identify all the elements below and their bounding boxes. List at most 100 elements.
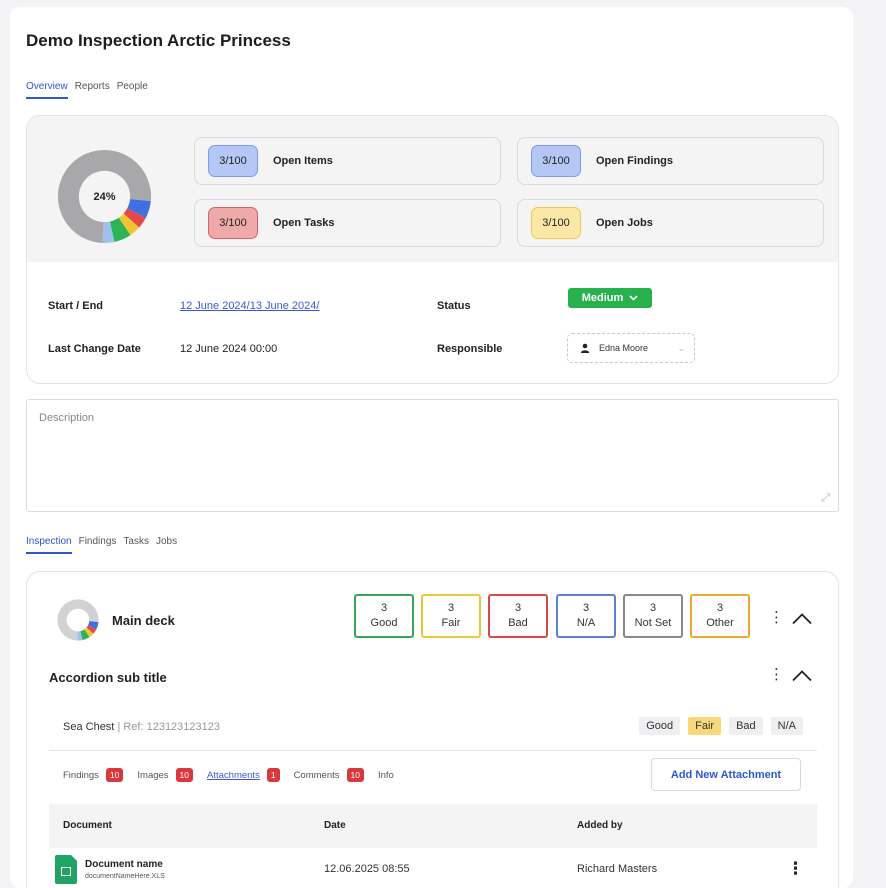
page-title: Demo Inspection Arctic Princess <box>26 31 291 50</box>
responsible-select[interactable]: Edna Moore ⌄ <box>567 333 695 363</box>
subtab-label: Info <box>377 769 394 781</box>
inspection-card: Demo Inspection Arctic Princess Overview… <box>10 7 853 888</box>
tab-inspection[interactable]: Inspection <box>26 536 72 554</box>
rating-na[interactable]: N/A <box>770 717 803 735</box>
section-title: Main deck <box>112 613 175 628</box>
tab-overview[interactable]: Overview <box>26 81 68 99</box>
count-value: 3 <box>514 602 522 614</box>
count-fair[interactable]: 3 Fair <box>421 594 481 638</box>
count-value: 3 <box>649 602 657 614</box>
add-attachment-button[interactable]: Add New Attachment <box>651 758 801 791</box>
tab-people[interactable]: People <box>117 81 148 99</box>
inspection-accordion: Main deck 3 Good 3 Fair 3 Bad 3 N/A 3 No… <box>26 571 839 888</box>
stat-label: Open Findings <box>596 155 673 167</box>
subtab-images[interactable]: Images 10 <box>137 768 194 782</box>
column-header-document: Document <box>63 820 112 831</box>
count-value: 3 <box>582 602 590 614</box>
item-name: Sea Chest <box>63 721 115 733</box>
stat-badge: 3/100 <box>208 207 258 239</box>
document-name: Document name <box>85 859 163 870</box>
user-icon <box>580 343 590 353</box>
count-value: 3 <box>447 602 455 614</box>
subtab-label: Images <box>137 769 169 781</box>
item-ref: Ref: 123123123123 <box>123 721 221 733</box>
top-tabs: Overview Reports People <box>26 81 148 99</box>
column-header-added-by: Added by <box>577 820 623 831</box>
subtab-label: Comments <box>293 769 340 781</box>
stat-open-items[interactable]: 3/100 Open Items <box>194 137 501 185</box>
chevron-down-icon: ⌄ <box>677 342 685 353</box>
tab-tasks[interactable]: Tasks <box>123 536 149 554</box>
count-badge: 1 <box>266 768 280 782</box>
subtab-comments[interactable]: Comments 10 <box>294 768 364 782</box>
donut-segment-rest-2 <box>57 599 78 641</box>
donut-segment-rest <box>78 599 99 623</box>
count-label: Fair <box>441 617 461 629</box>
attachments-table-header: Document Date Added by <box>49 804 817 848</box>
resize-handle-icon[interactable]: ⤢ <box>821 492 830 505</box>
description-placeholder: Description <box>39 412 95 424</box>
item-name-wrap: Sea Chest | Ref: 123123123123 <box>63 721 220 733</box>
item-subtabs: Findings 10 Images 10 Attachments 1 Comm… <box>63 768 408 782</box>
responsible-label: Responsible <box>437 343 503 355</box>
subsection-more-icon[interactable]: ⋮ <box>769 665 784 683</box>
subtab-label: Findings <box>63 769 99 781</box>
count-bad[interactable]: 3 Bad <box>488 594 548 638</box>
row-added-by: Richard Masters <box>577 863 658 875</box>
count-not-set[interactable]: 3 Not Set <box>623 594 683 638</box>
last-change-label: Last Change Date <box>48 343 141 355</box>
collapse-chevron-up-icon[interactable] <box>791 669 813 682</box>
count-badge: 10 <box>346 768 364 782</box>
stat-badge: 3/100 <box>208 145 258 177</box>
description-textarea[interactable]: Description ⤢ <box>26 399 839 512</box>
stat-badge: 3/100 <box>531 145 581 177</box>
count-label: Other <box>706 617 734 629</box>
start-end-date-link[interactable]: 12 June 2024/13 June 2024/ <box>180 300 319 312</box>
count-badge: 10 <box>175 768 194 782</box>
count-other[interactable]: 3 Other <box>690 594 750 638</box>
document-cell[interactable]: Document name documentNameHere.XLS <box>55 855 165 884</box>
stat-label: Open Items <box>273 155 333 167</box>
count-value: 3 <box>716 602 724 614</box>
status-label: Status <box>437 300 471 312</box>
stat-label: Open Tasks <box>273 217 335 229</box>
count-value: 3 <box>380 602 388 614</box>
section-more-icon[interactable]: ⋮ <box>769 608 784 626</box>
row-date: 12.06.2025 08:55 <box>324 863 410 875</box>
progress-percent: 24% <box>93 190 116 203</box>
responsible-value: Edna Moore <box>599 343 649 353</box>
status-dropdown[interactable]: Medium <box>568 288 652 308</box>
subtab-attachments[interactable]: Attachments 1 <box>207 768 280 782</box>
column-header-date: Date <box>324 820 346 831</box>
count-label: Bad <box>508 617 528 629</box>
rating-fair[interactable]: Fair <box>688 717 722 735</box>
tab-reports[interactable]: Reports <box>75 81 110 99</box>
rating-good[interactable]: Good <box>639 717 681 735</box>
stat-label: Open Jobs <box>596 217 653 229</box>
item-rating-group: Good Fair Bad N/A <box>639 717 803 735</box>
rating-bad[interactable]: Bad <box>729 717 763 735</box>
table-row[interactable]: Document name documentNameHere.XLS 12.06… <box>49 848 817 888</box>
subtab-label: Attachments <box>207 769 260 781</box>
stat-open-jobs[interactable]: 3/100 Open Jobs <box>517 199 824 247</box>
stat-open-tasks[interactable]: 3/100 Open Tasks <box>194 199 501 247</box>
spreadsheet-file-icon <box>55 855 77 884</box>
document-text: Document name documentNameHere.XLS <box>85 859 165 880</box>
stat-badge: 3/100 <box>531 207 581 239</box>
summary-panel: 24% 3/100 Open Items 3/100 Open Findings… <box>26 115 839 384</box>
row-more-icon[interactable]: ⋮ <box>787 859 804 879</box>
subtab-findings[interactable]: Findings 10 <box>63 768 124 782</box>
document-filename: documentNameHere.XLS <box>85 873 165 880</box>
stat-open-findings[interactable]: 3/100 Open Findings <box>517 137 824 185</box>
count-na[interactable]: 3 N/A <box>556 594 616 638</box>
start-end-label: Start / End <box>48 300 104 312</box>
count-good[interactable]: 3 Good <box>354 594 414 638</box>
collapse-chevron-up-icon[interactable] <box>791 612 813 625</box>
count-label: Not Set <box>634 617 672 629</box>
accordion-sub-title: Accordion sub title <box>49 670 167 685</box>
last-change-value: 12 June 2024 00:00 <box>180 343 278 355</box>
tab-findings[interactable]: Findings <box>79 536 117 554</box>
tab-jobs[interactable]: Jobs <box>156 536 177 554</box>
subtab-info[interactable]: Info <box>378 770 394 781</box>
count-label: Good <box>370 617 398 629</box>
